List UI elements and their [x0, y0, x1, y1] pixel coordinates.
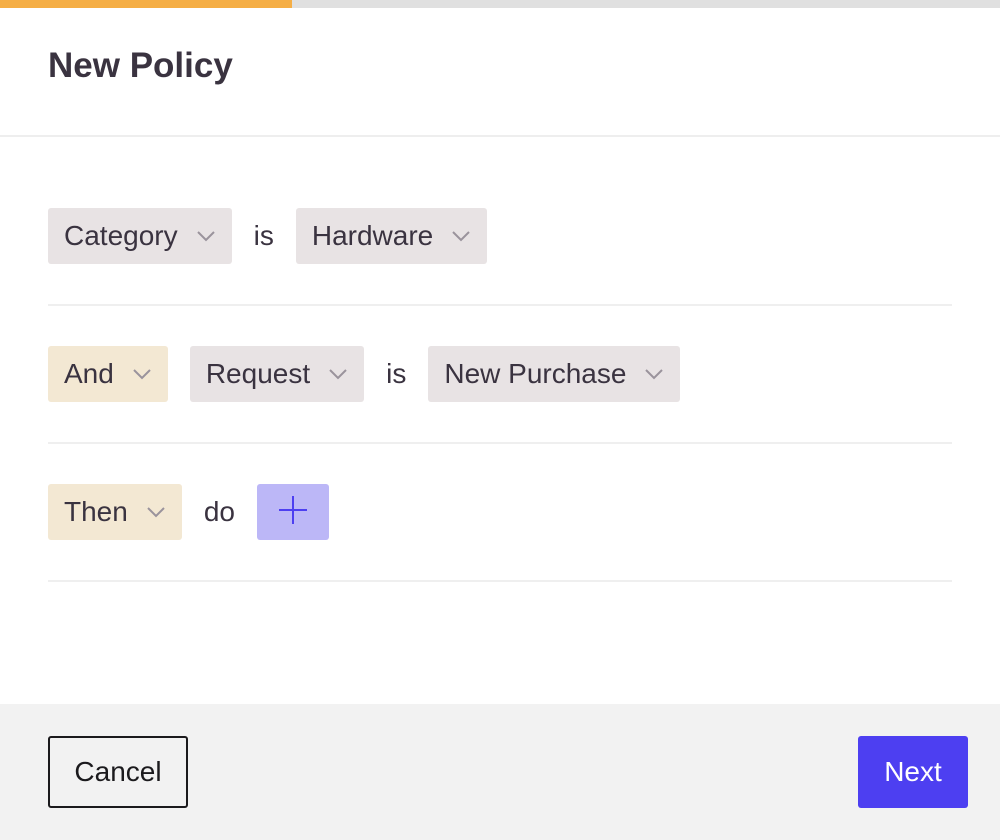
field-dropdown-request[interactable]: Request [189, 346, 365, 402]
value-dropdown-new-purchase[interactable]: New Purchase [428, 346, 681, 402]
cancel-button[interactable]: Cancel [48, 736, 188, 808]
page-title: New Policy [48, 46, 233, 85]
chevron-down-icon [146, 506, 166, 518]
dropdown-label: Hardware [311, 220, 434, 251]
chevron-down-icon [196, 230, 216, 242]
action-label: do [203, 496, 235, 527]
add-action-button[interactable] [256, 484, 329, 540]
progress-bar-fill [0, 0, 292, 8]
field-dropdown-category[interactable]: Category [48, 208, 232, 264]
header: New Policy [0, 8, 1000, 137]
logic-dropdown-then[interactable]: Then [48, 484, 182, 540]
logic-dropdown-and[interactable]: And [48, 346, 168, 402]
rule-row-and-condition: And Request is New Purchase [48, 306, 952, 444]
chevron-down-icon [451, 230, 471, 242]
chevron-down-icon [644, 368, 664, 380]
rule-row-condition: Category is Hardware [48, 168, 952, 306]
progress-bar [0, 0, 1000, 8]
dropdown-label: Category [64, 220, 178, 251]
rule-row-action: Then do [48, 444, 952, 582]
next-button[interactable]: Next [858, 736, 968, 808]
value-dropdown-hardware[interactable]: Hardware [295, 208, 488, 264]
chevron-down-icon [328, 368, 348, 380]
plus-icon [277, 494, 309, 531]
footer: Cancel Next [0, 704, 1000, 840]
chevron-down-icon [132, 368, 152, 380]
operator-label: is [386, 358, 407, 389]
operator-label: is [253, 220, 274, 251]
dropdown-label: And [64, 358, 114, 389]
dropdown-label: New Purchase [444, 358, 627, 389]
dropdown-label: Then [64, 496, 128, 527]
dropdown-label: Request [205, 358, 311, 389]
